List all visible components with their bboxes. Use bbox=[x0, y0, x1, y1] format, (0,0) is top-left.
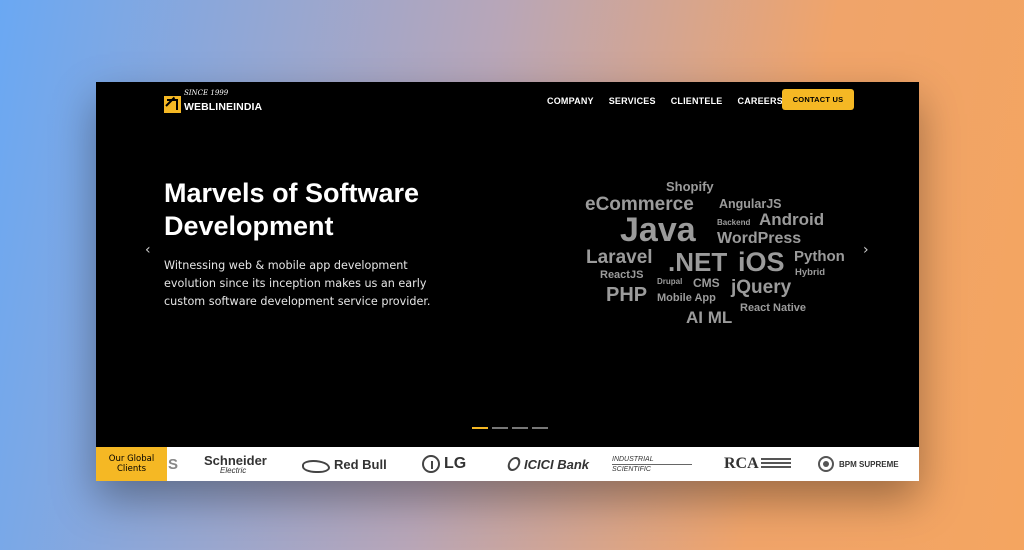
tag-angularjs: AngularJS bbox=[719, 197, 782, 211]
carousel-dot-4[interactable] bbox=[532, 427, 548, 429]
tag-react-native: React Native bbox=[740, 302, 807, 314]
tag-laravel: Laravel bbox=[586, 247, 653, 268]
clients-strip: Our Global Clients S Schneider Electric … bbox=[96, 447, 919, 481]
client-logo-bpm-supreme: BPM SUPREME bbox=[818, 447, 899, 481]
contact-us-button[interactable]: CONTACT US bbox=[782, 89, 854, 110]
main-nav: COMPANY SERVICES CLIENTELE CAREERS bbox=[547, 96, 783, 106]
bpm-record-icon bbox=[818, 456, 834, 472]
tag-python: Python bbox=[794, 248, 845, 265]
carousel-prev-icon[interactable]: ‹ bbox=[145, 242, 151, 258]
tag-backend: Backend bbox=[717, 218, 751, 227]
carousel-dot-1[interactable] bbox=[472, 427, 488, 429]
hero-title: Marvels of Software Development bbox=[164, 178, 420, 241]
carousel-dot-3[interactable] bbox=[512, 427, 528, 429]
nav-services[interactable]: SERVICES bbox=[609, 96, 656, 106]
logo[interactable]: SINCE 1999 WEBLINEINDIA bbox=[164, 90, 262, 113]
tag-reactjs: ReactJS bbox=[600, 269, 644, 281]
tag-cms: CMS bbox=[693, 276, 720, 290]
tag-wordpress: WordPress bbox=[717, 230, 802, 247]
tag-ios: iOS bbox=[738, 247, 785, 277]
client-logo-lg: LG bbox=[422, 447, 466, 481]
clients-label: Our Global Clients bbox=[96, 447, 167, 481]
bull-icon bbox=[302, 458, 330, 473]
carousel-indicators bbox=[472, 427, 548, 429]
client-logo-industrial-scientific: INDUSTRIAL SCIENTIFIC bbox=[612, 447, 692, 481]
client-logo-rca: RCA bbox=[724, 447, 791, 481]
nav-company[interactable]: COMPANY bbox=[547, 96, 594, 106]
rca-stripes-icon bbox=[760, 458, 791, 470]
tag-dotnet: .NET bbox=[668, 247, 728, 277]
carousel-next-icon[interactable]: › bbox=[863, 242, 869, 258]
tag-jquery: jQuery bbox=[731, 277, 792, 298]
carousel-dot-2[interactable] bbox=[492, 427, 508, 429]
tag-shopify: Shopify bbox=[666, 179, 714, 194]
icici-mark-icon bbox=[506, 457, 522, 471]
hero-description: Witnessing web & mobile app development … bbox=[164, 259, 431, 308]
client-logo-redbull: Red Bull bbox=[302, 447, 387, 481]
nav-careers[interactable]: CAREERS bbox=[738, 96, 783, 106]
client-logo-partial: S bbox=[168, 455, 179, 473]
logo-name: WEBLINEINDIA bbox=[184, 101, 263, 113]
client-logo-icici: ICICI Bank bbox=[506, 447, 589, 481]
tag-mobile-app: Mobile App bbox=[657, 292, 716, 304]
tag-drupal: Drupal bbox=[657, 277, 683, 286]
logo-since: SINCE 1999 bbox=[184, 89, 229, 97]
tag-php: PHP bbox=[606, 284, 648, 306]
nav-clientele[interactable]: CLIENTELE bbox=[671, 96, 723, 106]
tag-hybrid: Hybrid bbox=[795, 267, 826, 278]
tag-android: Android bbox=[759, 210, 825, 229]
lg-face-icon bbox=[422, 455, 440, 473]
tag-java: Java bbox=[620, 211, 696, 249]
client-logo-schneider: Schneider Electric bbox=[204, 452, 267, 475]
logo-arrow-icon bbox=[164, 96, 181, 113]
tag-ai-ml: AI ML bbox=[686, 308, 733, 327]
website-window: SINCE 1999 WEBLINEINDIA COMPANY SERVICES… bbox=[96, 82, 919, 481]
